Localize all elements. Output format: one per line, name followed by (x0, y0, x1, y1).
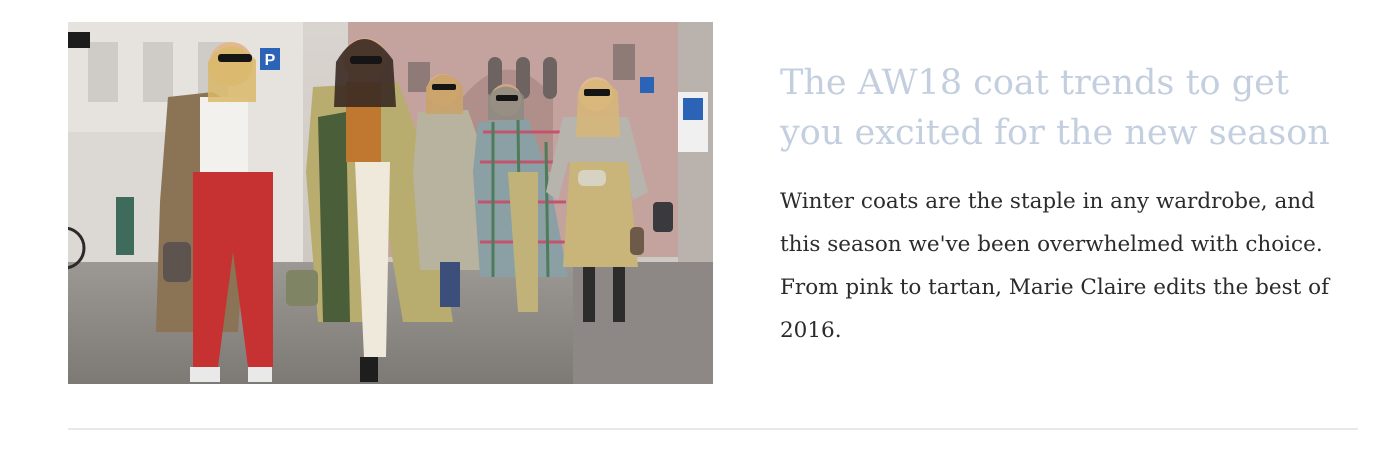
article-title[interactable]: The AW18 coat trends to get you excited … (780, 58, 1360, 158)
divider (68, 428, 1358, 430)
parking-sign-text: P (265, 52, 276, 69)
article-card: P The AW18 coat trends to get you excite… (0, 0, 1386, 456)
street-style-photo: P (68, 22, 713, 384)
article-excerpt: Winter coats are the staple in any wardr… (780, 189, 1330, 343)
article-image[interactable]: P (68, 22, 713, 384)
